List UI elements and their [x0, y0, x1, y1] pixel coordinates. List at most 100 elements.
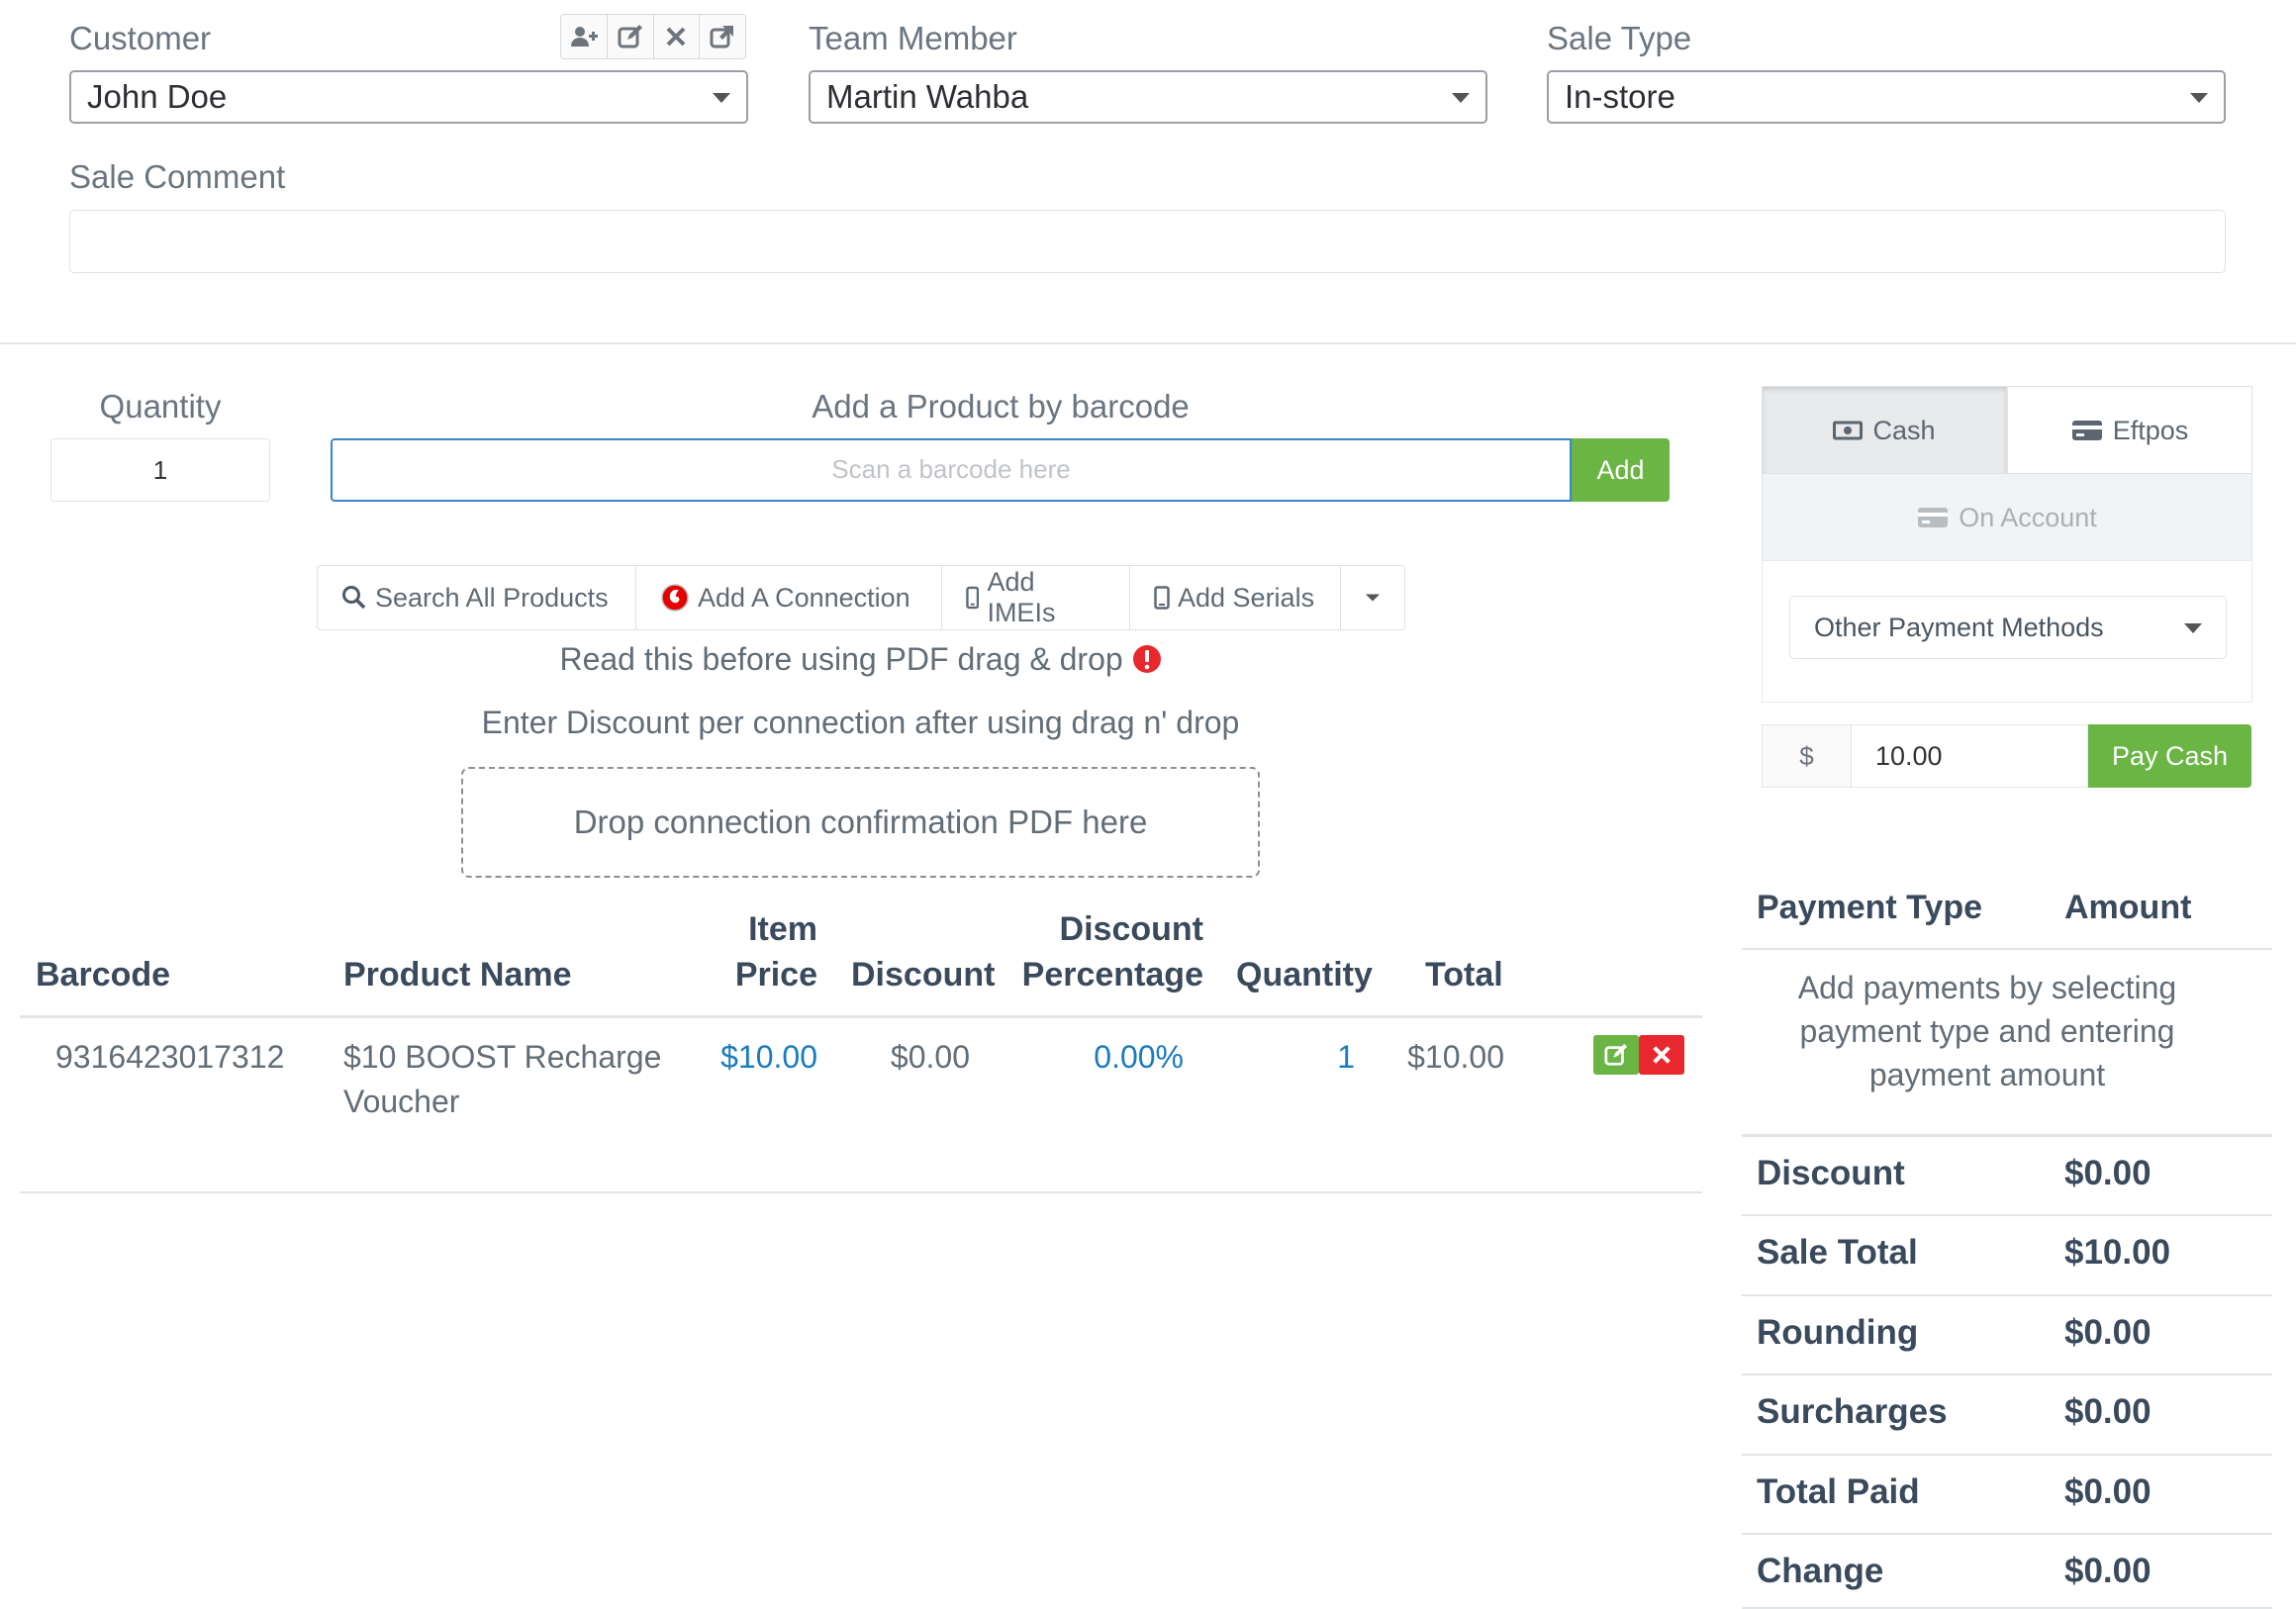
tab-eftpos[interactable]: Eftpos [2007, 386, 2252, 475]
table-header-divider [20, 1015, 1702, 1018]
empty-msg-line2: payment type and entering [1799, 1013, 2175, 1049]
add-serials-label: Add Serials [1178, 582, 1315, 613]
row-discount: $0.00 [890, 1039, 970, 1075]
currency-addon: $ [1762, 724, 1852, 788]
col-discount: Discount [851, 956, 996, 994]
team-member-value: Martin Wahba [826, 78, 1029, 115]
summary-discount-label: Discount [1757, 1154, 1905, 1192]
row-barcode: 9316423017312 [55, 1039, 285, 1075]
summary-change-label: Change [1757, 1552, 1884, 1590]
remove-customer-button[interactable] [654, 15, 701, 58]
tab-on-account[interactable]: On Account [1762, 473, 2252, 562]
credit-card-icon [2071, 421, 2102, 440]
tab-eftpos-label: Eftpos [2112, 415, 2189, 445]
summary-discount-value: $0.00 [2064, 1154, 2152, 1192]
delete-row-button[interactable] [1639, 1035, 1684, 1075]
summary-divider [1742, 1454, 2272, 1456]
open-customer-button[interactable] [700, 15, 745, 58]
payment-amount-input[interactable]: 10.00 [1851, 724, 2088, 788]
payments-bottom-divider [1742, 1134, 2272, 1137]
col-quantity: Quantity [1236, 956, 1373, 994]
sale-comment-input[interactable] [69, 210, 2226, 273]
summary-surcharges-value: $0.00 [2064, 1392, 2152, 1431]
sale-type-label: Sale Type [1547, 20, 1692, 56]
col-barcode: Barcode [36, 956, 171, 994]
dropzone-label: Drop connection confirmation PDF here [573, 804, 1148, 840]
add-imeis-button[interactable]: Add IMEIs [942, 566, 1130, 629]
summary-sale-total-label: Sale Total [1757, 1233, 1918, 1272]
edit-icon [618, 25, 642, 48]
tab-cash[interactable]: Cash [1762, 386, 2007, 475]
other-payment-methods-label: Other Payment Methods [1814, 613, 2104, 642]
summary-total-paid-value: $0.00 [2064, 1472, 2152, 1511]
summary-rounding-value: $0.00 [2064, 1313, 2152, 1352]
row-total: $10.00 [1407, 1039, 1504, 1075]
section-divider [0, 342, 2296, 344]
payments-header-divider [1742, 948, 2272, 950]
chevron-down-icon [713, 93, 730, 103]
close-icon [1653, 1046, 1671, 1064]
credit-card-icon [1918, 508, 1949, 527]
col-item-price-line2: Price [734, 956, 817, 994]
tab-cash-label: Cash [1872, 415, 1936, 445]
add-serials-button[interactable]: Add Serials [1130, 566, 1341, 629]
customer-label: Customer [69, 20, 212, 56]
pdf-warning-text: Read this before using PDF drag & drop [559, 641, 1123, 677]
pdf-dropzone[interactable]: Drop connection confirmation PDF here [461, 767, 1260, 878]
customer-select[interactable]: John Doe [69, 70, 748, 124]
add-barcode-button[interactable]: Add [1572, 438, 1670, 502]
chevron-down-icon [2190, 93, 2208, 103]
summary-divider [1742, 1214, 2272, 1216]
other-payment-methods-select[interactable]: Other Payment Methods [1789, 596, 2227, 659]
edit-icon [1604, 1043, 1628, 1066]
exclamation-icon [1132, 645, 1161, 673]
empty-msg-line3: payment amount [1868, 1057, 2106, 1092]
col-payment-type: Payment Type [1757, 889, 1983, 926]
chevron-down-icon [2184, 623, 2202, 633]
sale-comment-label: Sale Comment [69, 158, 286, 195]
quantity-input[interactable]: 1 [50, 438, 270, 502]
quantity-label: Quantity [99, 388, 222, 425]
mobile-icon [966, 586, 980, 610]
col-product-name: Product Name [343, 956, 572, 994]
add-connection-label: Add A Connection [698, 582, 910, 613]
summary-rounding-label: Rounding [1757, 1313, 1919, 1352]
product-toolbar: Search All Products Add A Connection Add… [317, 565, 1405, 630]
summary-divider [1742, 1533, 2272, 1535]
row-discount-percentage[interactable]: 0.00% [1019, 1039, 1184, 1076]
edit-customer-button[interactable] [608, 15, 654, 58]
vodafone-icon [661, 584, 689, 612]
col-total: Total [1425, 956, 1503, 994]
add-imeis-label: Add IMEIs [987, 567, 1056, 627]
pdf-warning[interactable]: Read this before using PDF drag & drop [461, 641, 1260, 678]
row-item-price[interactable]: $10.00 [693, 1039, 817, 1076]
add-customer-button[interactable] [561, 15, 608, 58]
summary-sale-total-value: $10.00 [2064, 1233, 2171, 1272]
summary-change-value: $0.00 [2064, 1552, 2152, 1590]
barcode-label: Add a Product by barcode [812, 388, 1190, 425]
table-bottom-divider [20, 1191, 1702, 1193]
sale-type-value: In-store [1565, 78, 1675, 115]
more-options-button[interactable] [1341, 566, 1404, 629]
barcode-input[interactable]: Scan a barcode here [331, 438, 1572, 502]
edit-row-button[interactable] [1593, 1035, 1639, 1075]
col-discount-pct-line1: Discount [1059, 910, 1203, 948]
col-discount-pct-line2: Percentage [1021, 956, 1203, 994]
row-quantity[interactable]: 1 [1236, 1039, 1355, 1076]
customer-value: John Doe [87, 78, 228, 115]
money-icon [1833, 421, 1864, 440]
pay-cash-button[interactable]: Pay Cash [2088, 724, 2251, 788]
chevron-down-icon [1365, 594, 1381, 602]
search-products-button[interactable]: Search All Products [318, 566, 636, 629]
sale-type-select[interactable]: In-store [1547, 70, 2226, 124]
summary-divider [1742, 1294, 2272, 1296]
search-icon [342, 586, 366, 610]
row-product-name-line2: Voucher [343, 1084, 460, 1119]
search-products-label: Search All Products [375, 582, 609, 613]
tab-on-account-label: On Account [1959, 502, 2097, 532]
team-member-select[interactable]: Martin Wahba [809, 70, 1487, 124]
team-member-label: Team Member [809, 20, 1017, 56]
external-link-icon [710, 26, 734, 48]
add-connection-button[interactable]: Add A Connection [636, 566, 942, 629]
chevron-down-icon [1452, 93, 1470, 103]
